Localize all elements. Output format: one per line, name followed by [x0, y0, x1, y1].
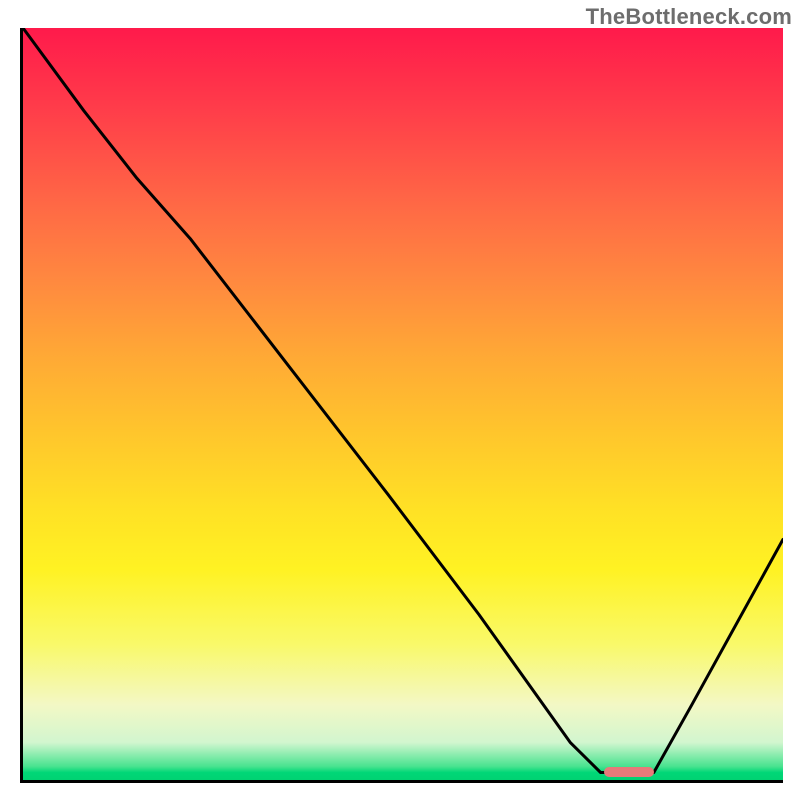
- plot-area: [20, 28, 783, 783]
- chart-container: TheBottleneck.com: [0, 0, 800, 800]
- watermark-text: TheBottleneck.com: [586, 4, 792, 30]
- optimal-marker: [604, 767, 653, 777]
- bottleneck-curve: [23, 28, 783, 780]
